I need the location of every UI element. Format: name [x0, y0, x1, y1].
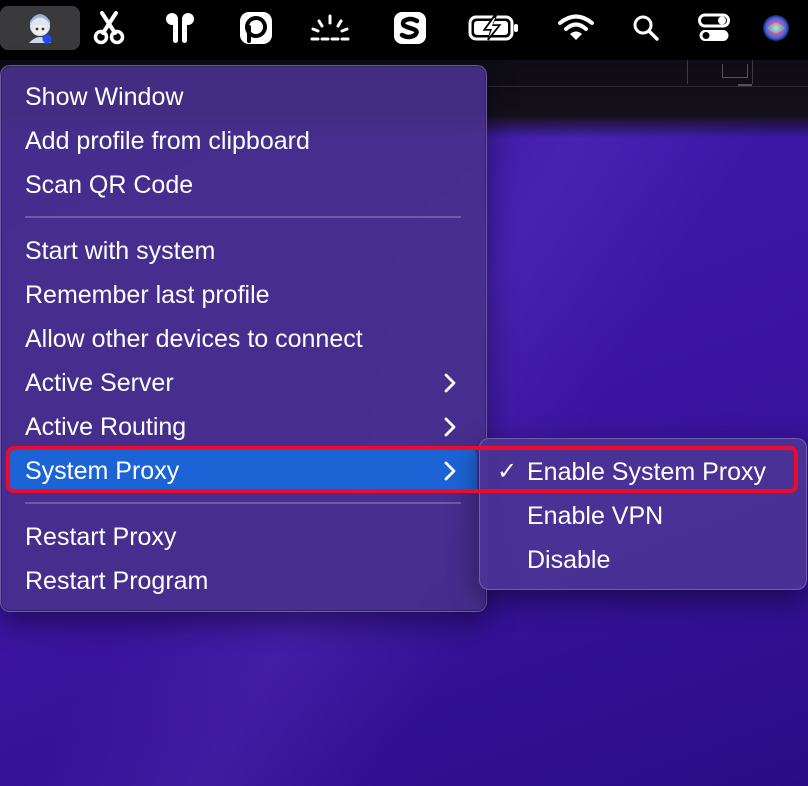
menu-item-show-window[interactable]: Show Window — [10, 75, 477, 119]
menu-item-label: Start with system — [25, 237, 216, 265]
menu-item-restart-proxy[interactable]: Restart Proxy — [10, 515, 477, 559]
menu-item-label: Show Window — [25, 83, 184, 111]
siri-icon[interactable] — [756, 6, 796, 50]
menu-item-label: Allow other devices to connect — [25, 325, 363, 353]
window-control-icon — [738, 84, 752, 86]
battery-charging-icon[interactable] — [466, 6, 522, 50]
control-center-icon[interactable] — [694, 6, 734, 50]
app-avatar-icon[interactable] — [0, 6, 80, 50]
toolbar-separator — [687, 60, 688, 84]
search-icon[interactable] — [628, 6, 664, 50]
scissors-icon[interactable] — [88, 6, 130, 50]
submenu-item-label: Enable System Proxy — [527, 458, 766, 486]
submenu-item-label: Disable — [527, 546, 611, 574]
p-circle-app-icon[interactable] — [234, 6, 278, 50]
menu-item-label: Scan QR Code — [25, 171, 194, 199]
menu-item-label: System Proxy — [25, 457, 180, 485]
menu-item-label: Restart Proxy — [25, 523, 177, 551]
wifi-icon[interactable] — [556, 6, 596, 50]
system-proxy-submenu: ✓ Enable System Proxy Enable VPN Disable — [479, 438, 807, 590]
submenu-item-enable-vpn[interactable]: Enable VPN — [480, 494, 806, 538]
window-control-icon — [722, 64, 748, 78]
checkmark-icon: ✓ — [497, 458, 518, 485]
chevron-right-icon — [444, 373, 456, 393]
menu-bar — [0, 0, 808, 60]
menu-item-allow-other-devices[interactable]: Allow other devices to connect — [10, 317, 477, 361]
menu-item-label: Active Server — [25, 369, 174, 397]
menu-item-label: Restart Program — [25, 567, 209, 595]
menu-item-label: Active Routing — [25, 413, 187, 441]
submenu-item-enable-system-proxy[interactable]: ✓ Enable System Proxy — [480, 450, 806, 494]
menu-item-add-profile-from-clipboard[interactable]: Add profile from clipboard — [10, 119, 477, 163]
menu-separator — [25, 502, 461, 504]
menu-item-label: Remember last profile — [25, 281, 270, 309]
airpods-icon[interactable] — [158, 6, 202, 50]
window-divider — [488, 86, 808, 87]
menu-item-active-routing[interactable]: Active Routing — [10, 405, 477, 449]
s-app-icon[interactable] — [388, 6, 432, 50]
submenu-item-disable[interactable]: Disable — [480, 538, 806, 582]
menu-item-label: Add profile from clipboard — [25, 127, 310, 155]
tray-menu: Show Window Add profile from clipboard S… — [0, 65, 487, 612]
menu-item-active-server[interactable]: Active Server — [10, 361, 477, 405]
menu-item-start-with-system[interactable]: Start with system — [10, 229, 477, 273]
menu-item-scan-qr-code[interactable]: Scan QR Code — [10, 163, 477, 207]
menu-item-remember-last-profile[interactable]: Remember last profile — [10, 273, 477, 317]
menu-item-system-proxy[interactable]: System Proxy — [10, 449, 477, 493]
chevron-right-icon — [444, 417, 456, 437]
chevron-right-icon — [444, 461, 456, 481]
menu-separator — [25, 216, 461, 218]
toolbar-separator — [752, 60, 753, 84]
menu-item-restart-program[interactable]: Restart Program — [10, 559, 477, 603]
brightness-icon[interactable] — [306, 6, 354, 50]
submenu-item-label: Enable VPN — [527, 502, 664, 530]
